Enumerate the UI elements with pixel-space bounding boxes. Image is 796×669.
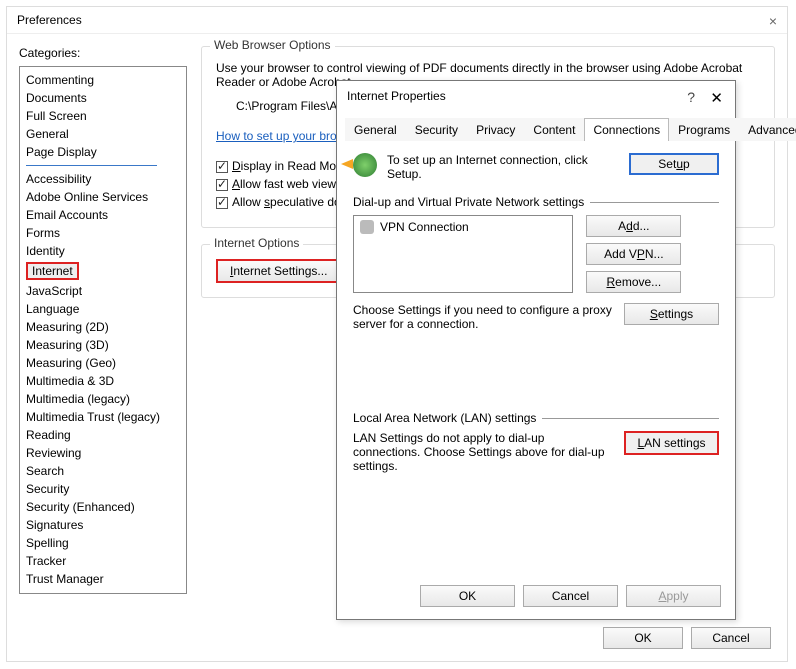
vpn-list[interactable]: VPN Connection — [353, 215, 573, 293]
vpn-connection-item[interactable]: VPN Connection — [360, 220, 566, 234]
setup-text: To set up an Internet connection, click … — [387, 153, 619, 181]
category-item[interactable]: Page Display — [26, 143, 180, 161]
dialog-title: Internet Properties — [337, 81, 735, 111]
group-legend: Web Browser Options — [210, 38, 335, 52]
category-item[interactable]: Email Accounts — [26, 206, 180, 224]
tab-general[interactable]: General — [345, 118, 406, 141]
category-item[interactable]: Tracker — [26, 552, 180, 570]
category-item[interactable]: Internet — [26, 260, 180, 282]
checkbox-icon[interactable] — [216, 197, 228, 209]
dialup-label: Dial-up and Virtual Private Network sett… — [353, 195, 584, 209]
tab-connections[interactable]: Connections — [584, 118, 669, 141]
cancel-button[interactable]: Cancel — [523, 585, 618, 607]
category-item[interactable]: Multimedia & 3D — [26, 372, 180, 390]
lan-text: LAN Settings do not apply to dial-up con… — [353, 431, 614, 473]
category-item[interactable]: Reviewing — [26, 444, 180, 462]
category-item[interactable]: General — [26, 125, 180, 143]
window-title: Preferences — [7, 7, 787, 34]
group-legend: Internet Options — [210, 236, 303, 250]
add-button[interactable]: Add... — [586, 215, 681, 237]
setup-button[interactable]: Setup — [629, 153, 719, 175]
remove-button[interactable]: Remove... — [586, 271, 681, 293]
globe-icon — [353, 153, 377, 177]
proxy-text: Choose Settings if you need to configure… — [353, 303, 614, 331]
tab-security[interactable]: Security — [406, 118, 467, 141]
tab-content[interactable]: Content — [524, 118, 584, 141]
category-item[interactable]: Commenting — [26, 71, 180, 89]
howto-link[interactable]: How to set up your brow — [216, 129, 345, 143]
internet-properties-dialog: Internet Properties ? ✕ GeneralSecurityP… — [336, 80, 736, 620]
connection-icon — [360, 220, 374, 234]
lan-settings-button[interactable]: LAN settings — [624, 431, 719, 455]
category-item[interactable]: Reading — [26, 426, 180, 444]
category-item[interactable]: Accessibility — [26, 170, 180, 188]
category-item[interactable]: Spelling — [26, 534, 180, 552]
vpn-item-label: VPN Connection — [380, 220, 469, 234]
category-item[interactable]: Adobe Online Services — [26, 188, 180, 206]
tab-advanced[interactable]: Advanced — [739, 118, 796, 141]
apply-button[interactable]: Apply — [626, 585, 721, 607]
close-icon[interactable]: × — [769, 13, 777, 29]
ok-button[interactable]: OK — [420, 585, 515, 607]
category-item[interactable]: Language — [26, 300, 180, 318]
category-item[interactable]: Security — [26, 480, 180, 498]
category-item[interactable]: JavaScript — [26, 282, 180, 300]
category-item[interactable]: Trust Manager — [26, 570, 180, 588]
category-separator — [26, 165, 157, 166]
checkbox-icon[interactable] — [216, 179, 228, 191]
lan-label: Local Area Network (LAN) settings — [353, 411, 536, 425]
ok-button[interactable]: OK — [603, 627, 683, 649]
category-item[interactable]: Identity — [26, 242, 180, 260]
internet-settings-button[interactable]: Internet Settings... — [216, 259, 341, 283]
chk-speculative[interactable]: Allow speculative dow — [232, 195, 349, 209]
category-item[interactable]: Search — [26, 462, 180, 480]
category-item[interactable]: Measuring (3D) — [26, 336, 180, 354]
chk-fast-web[interactable]: Allow fast web view — [232, 177, 336, 191]
tab-programs[interactable]: Programs — [669, 118, 739, 141]
tab-privacy[interactable]: Privacy — [467, 118, 524, 141]
categories-list[interactable]: CommentingDocumentsFull ScreenGeneralPag… — [19, 66, 187, 594]
chk-read-mode[interactable]: Display in Read Mode — [232, 159, 349, 173]
category-item[interactable]: Measuring (Geo) — [26, 354, 180, 372]
add-vpn-button[interactable]: Add VPN... — [586, 243, 681, 265]
cancel-button[interactable]: Cancel — [691, 627, 771, 649]
category-item[interactable]: Measuring (2D) — [26, 318, 180, 336]
category-item[interactable]: Signatures — [26, 516, 180, 534]
settings-button[interactable]: Settings — [624, 303, 719, 325]
category-item[interactable]: Security (Enhanced) — [26, 498, 180, 516]
category-item[interactable]: Documents — [26, 89, 180, 107]
category-item[interactable]: Forms — [26, 224, 180, 242]
category-item[interactable]: Multimedia (legacy) — [26, 390, 180, 408]
category-item[interactable]: Multimedia Trust (legacy) — [26, 408, 180, 426]
close-icon[interactable]: ✕ — [710, 89, 723, 107]
help-icon[interactable]: ? — [687, 89, 695, 105]
tab-bar: GeneralSecurityPrivacyContentConnections… — [345, 117, 727, 141]
categories-label: Categories: — [19, 46, 187, 60]
checkbox-icon[interactable] — [216, 161, 228, 173]
category-item[interactable]: Full Screen — [26, 107, 180, 125]
